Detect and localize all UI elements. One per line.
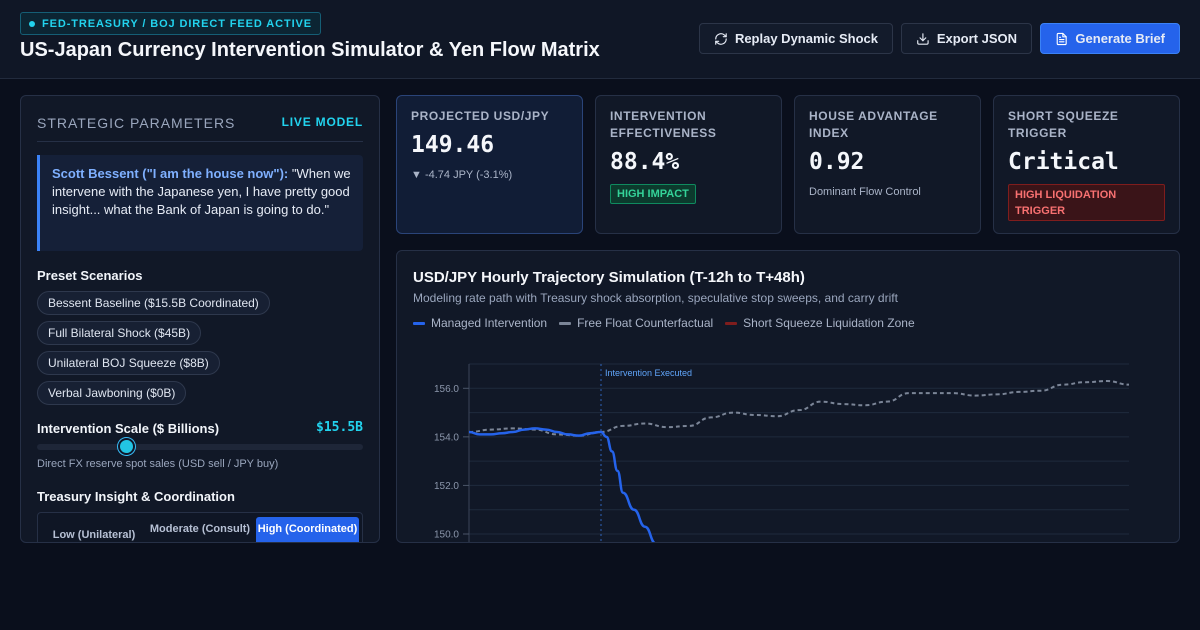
page-title: US-Japan Currency Intervention Simulator… xyxy=(20,39,600,61)
panel-title: STRATEGIC PARAMETERS xyxy=(37,115,236,131)
card-label: PROJECTED USD/JPY xyxy=(411,109,550,123)
strategic-parameters-panel: STRATEGIC PARAMETERS LIVE MODEL Scott Be… xyxy=(20,95,380,543)
intervention-scale-label: Intervention Scale ($ Billions) xyxy=(37,421,220,436)
y-tick-label: 152.0 xyxy=(434,481,459,492)
card-label: SHORT SQUEEZE TRIGGER xyxy=(1008,109,1119,140)
export-json-button[interactable]: Export JSON xyxy=(901,23,1032,54)
intervention-annotation: Intervention Executed xyxy=(605,368,692,378)
legend-item-squeeze[interactable]: Short Squeeze Liquidation Zone xyxy=(725,316,915,330)
intervention-effectiveness-card[interactable]: INTERVENTION EFFECTIVENESS 88.4% HIGH IM… xyxy=(595,95,782,234)
projected-usdjpy-value: 149.46 xyxy=(411,132,495,158)
intervention-scale-slider[interactable] xyxy=(37,444,363,450)
y-tick-label: 156.0 xyxy=(434,384,459,395)
managed-swatch xyxy=(413,321,425,325)
feed-status-badge: FED-TREASURY / BOJ DIRECT FEED ACTIVE xyxy=(20,12,322,35)
replay-shock-label: Replay Dynamic Shock xyxy=(734,31,878,46)
y-tick-label: 154.0 xyxy=(434,432,459,443)
card-label: INTERVENTION EFFECTIVENESS xyxy=(610,109,717,140)
live-model-status: LIVE MODEL xyxy=(281,115,363,129)
high-impact-badge: HIGH IMPACT xyxy=(610,184,696,204)
document-icon xyxy=(1056,32,1067,45)
y-tick-label: 150.0 xyxy=(434,530,459,541)
preset-chip[interactable]: Full Bilateral Shock ($45B) xyxy=(37,321,202,345)
chart-legend: Managed Intervention Free Float Counterf… xyxy=(413,316,915,330)
quote-speaker: Scott Bessent ("I am the house now"): xyxy=(52,166,289,181)
coordination-option-low[interactable]: Low (Unilateral) xyxy=(42,517,146,542)
intervention-scale-note: Direct FX reserve spot sales (USD sell /… xyxy=(37,458,279,470)
legend-item-managed[interactable]: Managed Intervention xyxy=(413,316,547,330)
download-icon xyxy=(917,32,929,45)
chart-title: USD/JPY Hourly Trajectory Simulation (T-… xyxy=(413,269,805,286)
app-header: FED-TREASURY / BOJ DIRECT FEED ACTIVE US… xyxy=(0,0,1200,79)
legend-label: Free Float Counterfactual xyxy=(577,316,714,330)
live-dot-icon xyxy=(29,20,35,27)
replay-shock-button[interactable]: Replay Dynamic Shock xyxy=(699,23,893,54)
preset-chip[interactable]: Verbal Jawboning ($0B) xyxy=(37,381,187,405)
bessent-quote: Scott Bessent ("I am the house now"): "W… xyxy=(37,155,363,251)
coordination-selector: Low (Unilateral) Moderate (Consult) High… xyxy=(37,512,363,542)
effectiveness-value: 88.4% xyxy=(610,149,680,175)
export-json-label: Export JSON xyxy=(936,31,1017,46)
generate-brief-button[interactable]: Generate Brief xyxy=(1040,23,1180,54)
card-label: HOUSE ADVANTAGE INDEX xyxy=(809,109,938,140)
trajectory-chart-card: 150.0 152.0 154.0 156.0 Intervention Execute… xyxy=(396,250,1180,543)
short-squeeze-value: Critical xyxy=(1008,149,1119,175)
house-advantage-card[interactable]: HOUSE ADVANTAGE INDEX 0.92 Dominant Flow… xyxy=(794,95,981,234)
coordination-option-moderate[interactable]: Moderate (Consult) xyxy=(148,517,252,542)
preset-chip[interactable]: Bessent Baseline ($15.5B Coordinated) xyxy=(37,291,270,315)
intervention-scale-value: $15.5B xyxy=(316,420,363,435)
preset-scenarios-label: Preset Scenarios xyxy=(37,268,143,283)
panel-header: STRATEGIC PARAMETERS LIVE MODEL xyxy=(37,114,363,142)
refresh-icon xyxy=(715,32,727,45)
counterfactual-series-line xyxy=(468,379,1130,437)
short-squeeze-card[interactable]: SHORT SQUEEZE TRIGGER Critical HIGH LIQU… xyxy=(993,95,1180,234)
coordination-option-high[interactable]: High (Coordinated) xyxy=(256,517,359,542)
house-advantage-value: 0.92 xyxy=(809,149,865,175)
feed-status-text: FED-TREASURY / BOJ DIRECT FEED ACTIVE xyxy=(42,17,313,30)
house-advantage-note: Dominant Flow Control xyxy=(809,186,921,198)
projected-usdjpy-change: ▼ -4.74 JPY (-3.1%) xyxy=(411,169,513,181)
preset-chip[interactable]: Unilateral BOJ Squeeze ($8B) xyxy=(37,351,220,375)
legend-item-counterfactual[interactable]: Free Float Counterfactual xyxy=(559,316,713,330)
slider-handle[interactable] xyxy=(118,438,135,455)
counterfactual-swatch xyxy=(559,321,572,325)
legend-label: Short Squeeze Liquidation Zone xyxy=(743,316,915,330)
squeeze-swatch xyxy=(725,321,738,325)
generate-brief-label: Generate Brief xyxy=(1075,31,1165,46)
chart-subtitle: Modeling rate path with Treasury shock a… xyxy=(413,291,898,305)
liquidation-trigger-badge: HIGH LIQUIDATION TRIGGER xyxy=(1008,184,1165,221)
legend-label: Managed Intervention xyxy=(431,316,548,330)
projected-usdjpy-card[interactable]: PROJECTED USD/JPY 149.46 ▼ -4.74 JPY (-3… xyxy=(396,95,583,234)
coordination-label: Treasury Insight & Coordination xyxy=(37,489,235,504)
